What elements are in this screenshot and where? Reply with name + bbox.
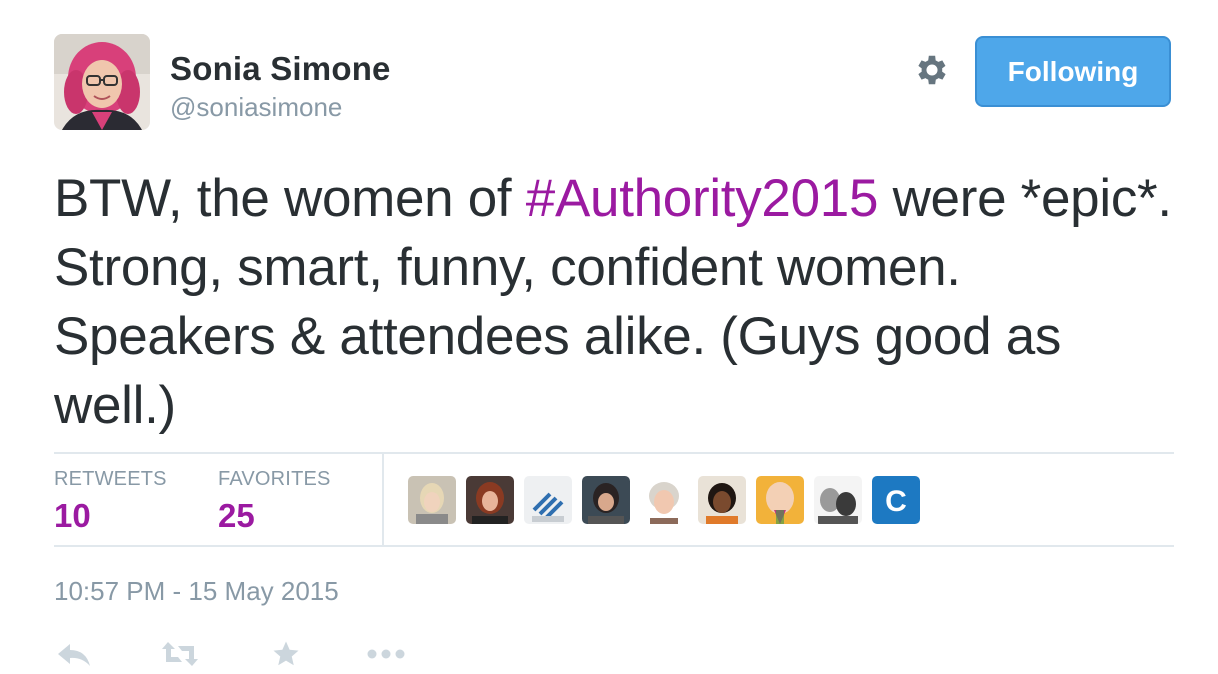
favoriter-avatar-5[interactable] <box>640 476 688 524</box>
retweets-count: 10 <box>54 497 91 534</box>
favoriter-avatar-3[interactable] <box>524 476 572 524</box>
gear-icon[interactable] <box>912 50 952 90</box>
retweets-stat[interactable]: RETWEETS 10 <box>54 468 167 535</box>
stats-divider-top <box>54 452 1174 454</box>
tweet-timestamp[interactable]: 10:57 PM - 15 May 2015 <box>54 576 339 607</box>
more-icon[interactable] <box>366 636 406 672</box>
stats-divider-bottom <box>54 545 1174 547</box>
user-handle[interactable]: @soniasimone <box>170 92 342 123</box>
favoriter-avatar-1[interactable] <box>408 476 456 524</box>
favoriter-avatar-7[interactable] <box>756 476 804 524</box>
tweet-card: Sonia Simone @soniasimone Following BTW,… <box>0 0 1218 674</box>
tweet-text-before: BTW, the women of <box>54 169 526 228</box>
favoriter-avatar-9[interactable]: C <box>872 476 920 524</box>
favorites-label: FAVORITES <box>218 468 331 490</box>
favoriters-avatars: C <box>408 476 920 524</box>
favoriter-avatar-4[interactable] <box>582 476 630 524</box>
reply-icon[interactable] <box>54 636 94 672</box>
following-button[interactable]: Following <box>975 36 1171 107</box>
hashtag-link[interactable]: #Authority2015 <box>526 169 879 228</box>
retweets-label: RETWEETS <box>54 468 167 490</box>
tweet-text: BTW, the women of #Authority2015 were *e… <box>54 164 1174 440</box>
stats-vertical-divider <box>382 454 384 545</box>
display-name[interactable]: Sonia Simone <box>170 50 391 88</box>
favoriter-avatar-9-letter: C <box>885 485 907 518</box>
star-icon[interactable] <box>266 636 306 672</box>
favoriter-avatar-2[interactable] <box>466 476 514 524</box>
favoriter-avatar-6[interactable] <box>698 476 746 524</box>
user-avatar[interactable] <box>54 34 150 130</box>
favorites-stat[interactable]: FAVORITES 25 <box>218 468 331 535</box>
favoriter-avatar-8[interactable] <box>814 476 862 524</box>
favorites-count: 25 <box>218 497 255 534</box>
retweet-icon[interactable] <box>160 636 200 672</box>
